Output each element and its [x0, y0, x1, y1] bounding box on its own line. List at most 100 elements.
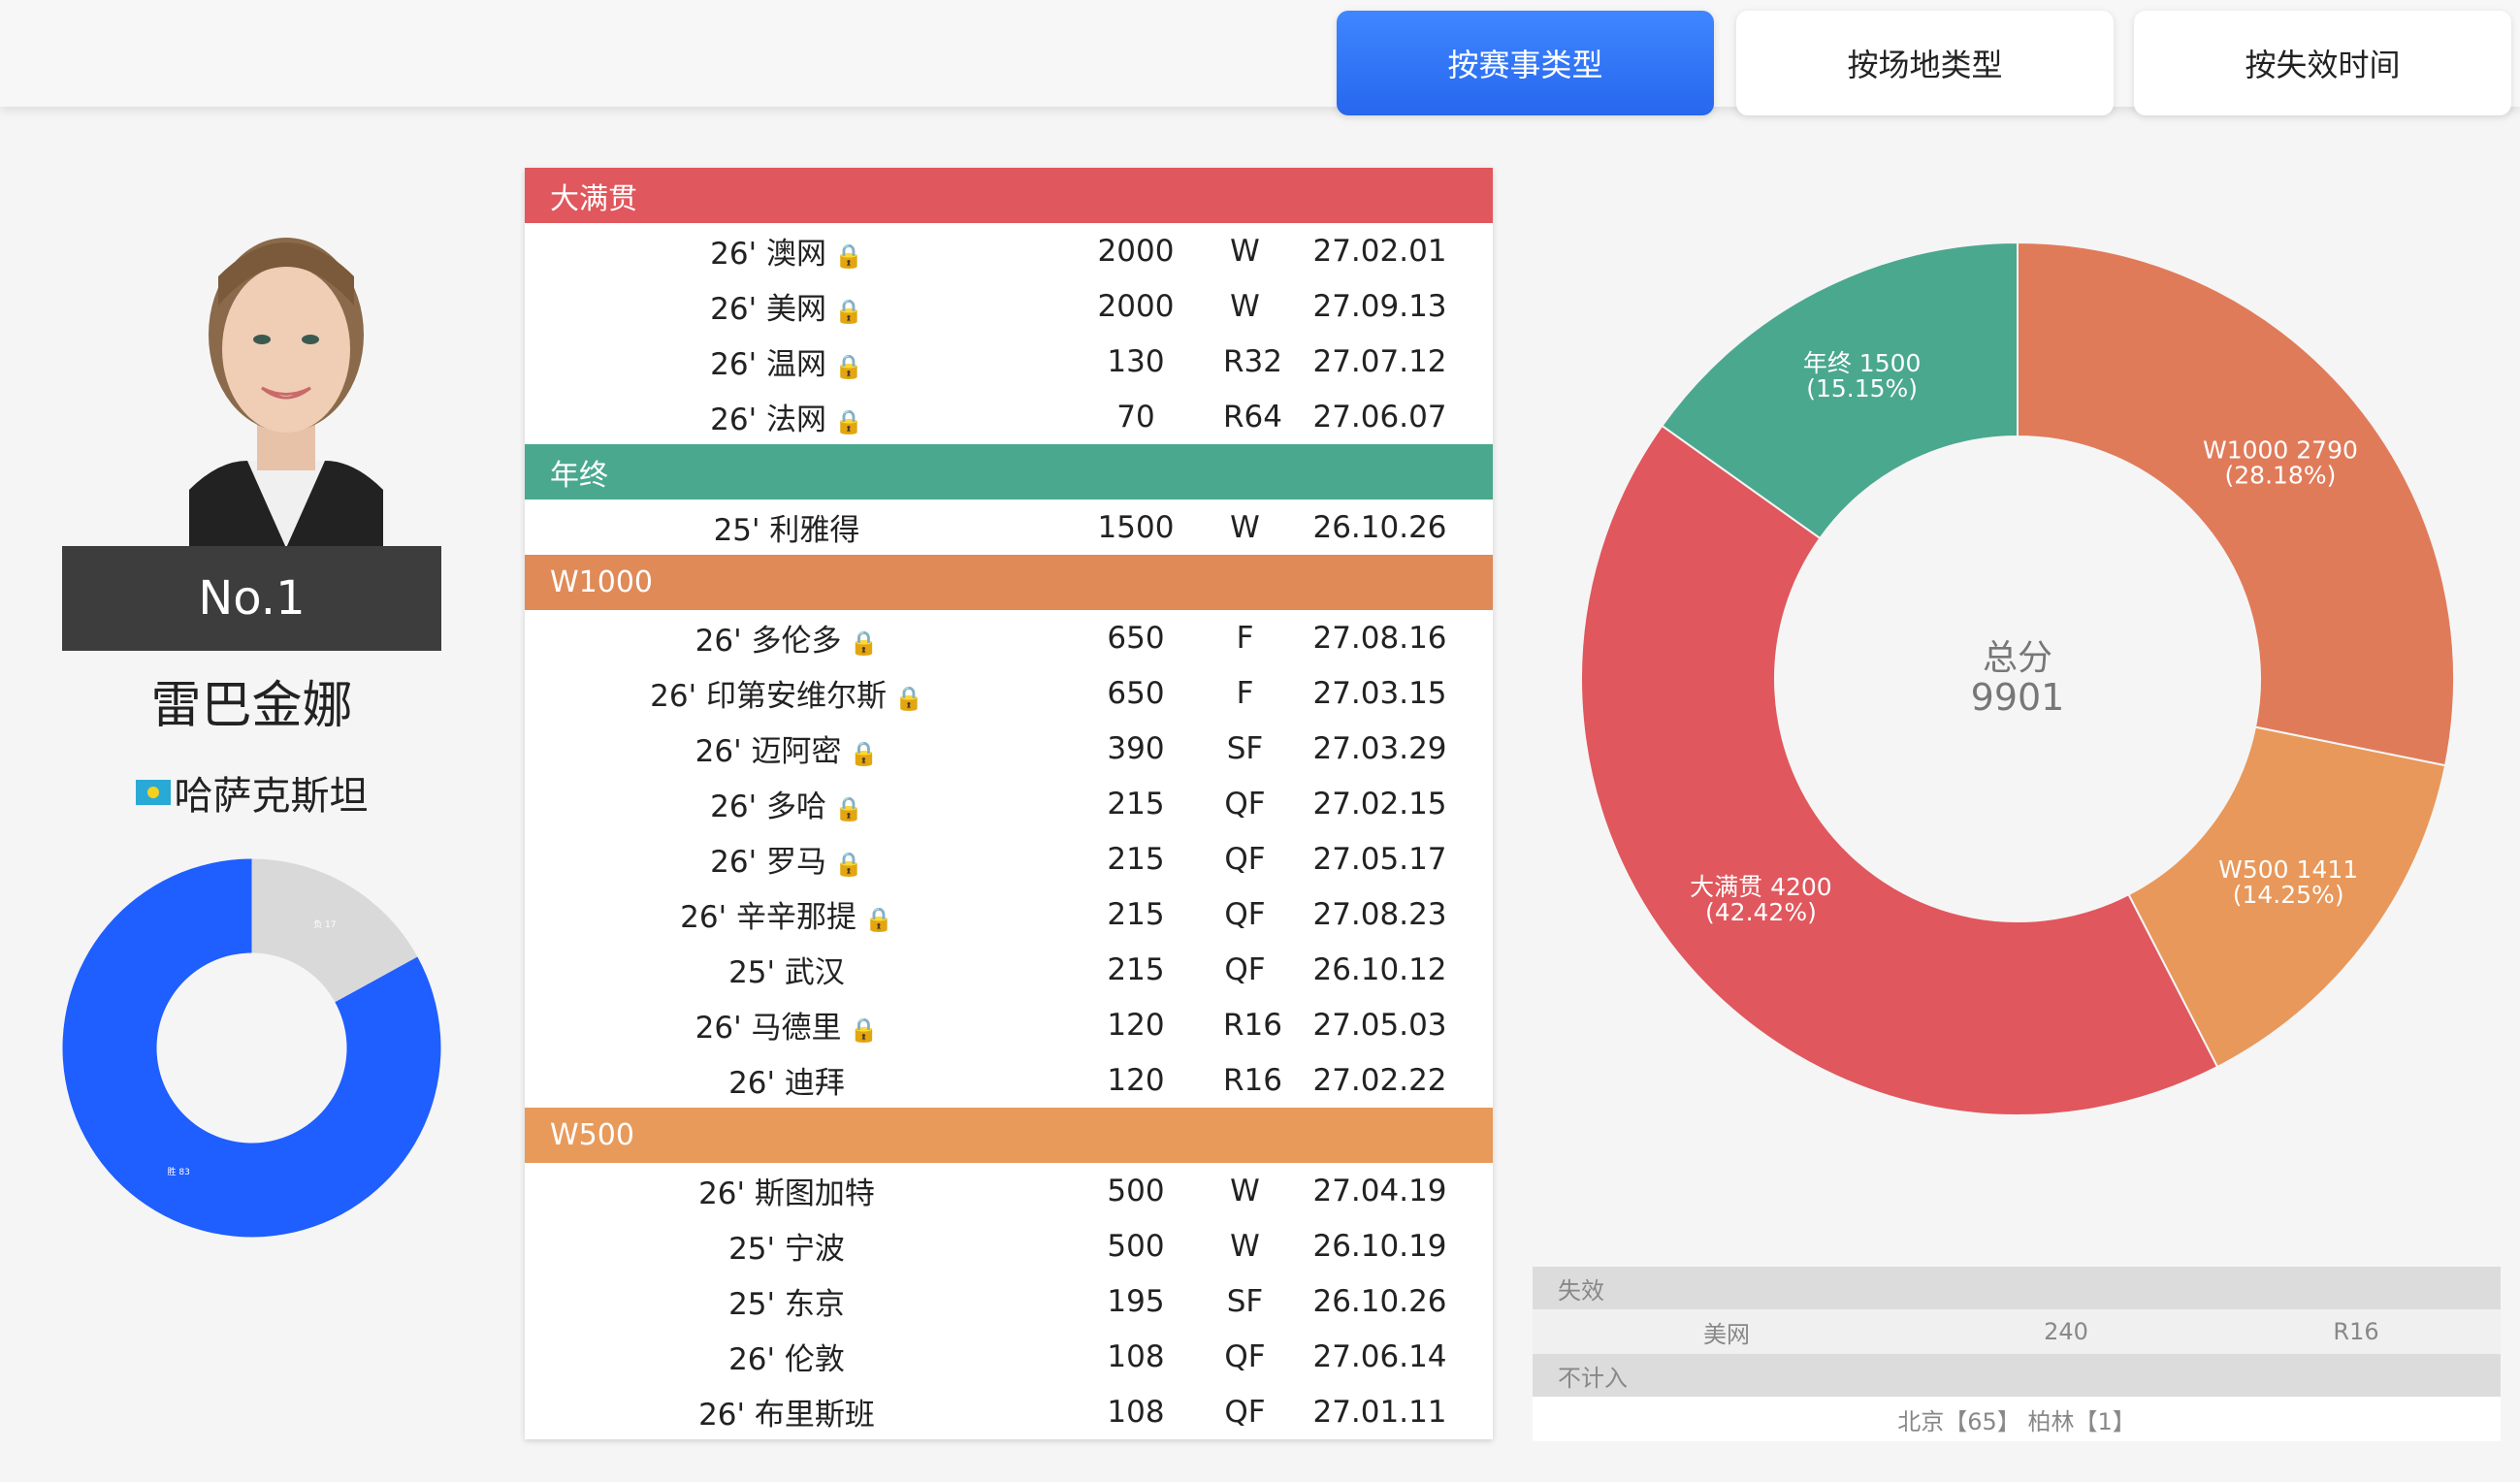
expiry-date: 26.10.26: [1312, 509, 1447, 545]
points-table: 大满贯 26' 澳网 🔒 2000 W 27.02.01 26' 美网 🔒 2000 W 27.09…: [525, 168, 1493, 1439]
lock-icon: 🔒: [833, 408, 863, 435]
lock-icon: 🔒: [849, 1016, 879, 1044]
points: 500: [1107, 1173, 1165, 1208]
table-row: 26' 多哈 🔒 215 QF 27.02.15: [525, 776, 1493, 831]
lock-icon: 🔒: [893, 685, 923, 712]
event-name: 26' 印第安维尔斯 🔒: [650, 679, 923, 714]
round: SF: [1226, 1283, 1264, 1319]
table-row: 26' 迪拜 120 R16 27.02.22: [525, 1052, 1493, 1108]
slice-percent: (28.18%): [2225, 461, 2337, 489]
points: 70: [1116, 399, 1155, 435]
expiry-date: 27.02.01: [1312, 233, 1447, 269]
lock-icon: 🔒: [833, 795, 863, 822]
event-name: 25' 东京: [728, 1287, 845, 1322]
points: 1500: [1097, 509, 1175, 545]
round: W: [1230, 1228, 1260, 1264]
expiry-date: 27.05.03: [1312, 1007, 1447, 1043]
event-name: 26' 迪拜: [728, 1066, 845, 1101]
event-name: 26' 澳网 🔒: [710, 237, 863, 272]
round: QF: [1224, 1338, 1266, 1374]
round: QF: [1224, 896, 1266, 932]
slice-percent: (14.25%): [2233, 881, 2344, 909]
expired-row: 美网 240 R16: [1533, 1309, 2501, 1354]
expiry-date: 26.10.26: [1312, 1283, 1447, 1319]
tab-by-expiry-time[interactable]: 按失效时间: [2134, 11, 2511, 115]
expired-round: R16: [2333, 1318, 2379, 1345]
points: 215: [1107, 896, 1165, 932]
rank-badge: No.1: [62, 546, 441, 651]
event-name: 26' 马德里 🔒: [695, 1011, 879, 1046]
expiry-date: 27.09.13: [1312, 288, 1447, 324]
slice-label: W500 1411: [2218, 855, 2358, 884]
points-breakdown-chart: W1000 2790(28.18%) W500 1411(14.25%) 大满贯 4…: [1580, 241, 2455, 1116]
table-row: 25' 利雅得 1500 W 26.10.26: [525, 499, 1493, 555]
table-row: 25' 武汉 215 QF 26.10.12: [525, 942, 1493, 997]
expiry-date: 27.08.23: [1312, 896, 1447, 932]
table-row: 26' 美网 🔒 2000 W 27.09.13: [525, 278, 1493, 334]
expiry-date: 27.04.19: [1312, 1173, 1447, 1208]
round: R16: [1223, 1007, 1282, 1043]
event-name: 26' 罗马 🔒: [710, 845, 863, 880]
expiry-date: 27.05.17: [1312, 841, 1447, 877]
table-row: 26' 法网 🔒 70 R64 27.06.07: [525, 389, 1493, 444]
lock-icon: 🔒: [849, 740, 879, 767]
points: 195: [1107, 1283, 1165, 1319]
section-header: 年终: [525, 444, 1493, 499]
expired-panel: 失效 美网 240 R16 不计入 北京【65】 柏林【1】: [1533, 1267, 2501, 1441]
points: 108: [1107, 1338, 1165, 1374]
points: 108: [1107, 1394, 1165, 1430]
win-loss-label: 负 17: [313, 918, 336, 930]
section-header: W500: [525, 1108, 1493, 1163]
table-row: 26' 多伦多 🔒 650 F 27.08.16: [525, 610, 1493, 665]
lock-icon: 🔒: [833, 851, 863, 878]
slice-label: W1000 2790: [2203, 435, 2358, 464]
expiry-date: 27.01.11: [1312, 1394, 1447, 1430]
slice-label: 年终 1500: [1803, 349, 1922, 377]
points: 130: [1107, 343, 1165, 379]
slice-percent: (15.15%): [1806, 374, 1918, 403]
win-loss-donut: 负 17 胜 83: [62, 858, 441, 1238]
points: 120: [1107, 1062, 1165, 1098]
event-name: 26' 多哈 🔒: [710, 789, 863, 824]
lock-icon: 🔒: [833, 298, 863, 325]
tab-by-surface-type[interactable]: 按场地类型: [1736, 11, 2114, 115]
event-name: 26' 布里斯班: [698, 1398, 875, 1433]
expiry-date: 27.03.29: [1312, 730, 1447, 766]
round: R64: [1223, 399, 1282, 435]
round: W: [1230, 288, 1260, 324]
round: W: [1230, 1173, 1260, 1208]
event-name: 25' 武汉: [728, 955, 845, 990]
lock-icon: 🔒: [833, 353, 863, 380]
event-name: 26' 多伦多 🔒: [695, 624, 879, 659]
points: 215: [1107, 951, 1165, 987]
points: 2000: [1097, 233, 1175, 269]
expired-points: 240: [2044, 1318, 2088, 1345]
round: QF: [1224, 786, 1266, 822]
player-name: 雷巴金娜: [150, 677, 353, 735]
round: QF: [1224, 841, 1266, 877]
not-counted-row: 北京【65】 柏林【1】: [1533, 1397, 2501, 1441]
event-name: 26' 美网 🔒: [710, 292, 863, 327]
points: 2000: [1097, 288, 1175, 324]
table-row: 26' 斯图加特 500 W 27.04.19: [525, 1163, 1493, 1218]
table-row: 25' 东京 195 SF 26.10.26: [525, 1273, 1493, 1329]
pie-slice: [1580, 424, 2219, 1116]
lock-icon: 🔒: [849, 629, 879, 657]
round: W: [1230, 233, 1260, 269]
win-loss-label: 胜 83: [167, 1167, 189, 1177]
round: QF: [1224, 951, 1266, 987]
slice-percent: (42.42%): [1705, 898, 1817, 926]
expiry-date: 26.10.12: [1312, 951, 1447, 987]
expiry-date: 27.08.16: [1312, 620, 1447, 656]
event-name: 25' 宁波: [728, 1232, 845, 1267]
points: 215: [1107, 841, 1165, 877]
points: 650: [1107, 675, 1165, 711]
table-row: 26' 温网 🔒 130 R32 27.07.12: [525, 334, 1493, 389]
table-row: 26' 澳网 🔒 2000 W 27.02.01: [525, 223, 1493, 278]
round: F: [1236, 675, 1254, 711]
table-row: 26' 印第安维尔斯 🔒 650 F 27.03.15: [525, 665, 1493, 721]
table-row: 26' 迈阿密 🔒 390 SF 27.03.29: [525, 721, 1493, 776]
event-name: 26' 伦敦: [728, 1342, 845, 1377]
expiry-date: 27.02.15: [1312, 786, 1447, 822]
tab-by-event-type[interactable]: 按赛事类型: [1337, 11, 1714, 115]
